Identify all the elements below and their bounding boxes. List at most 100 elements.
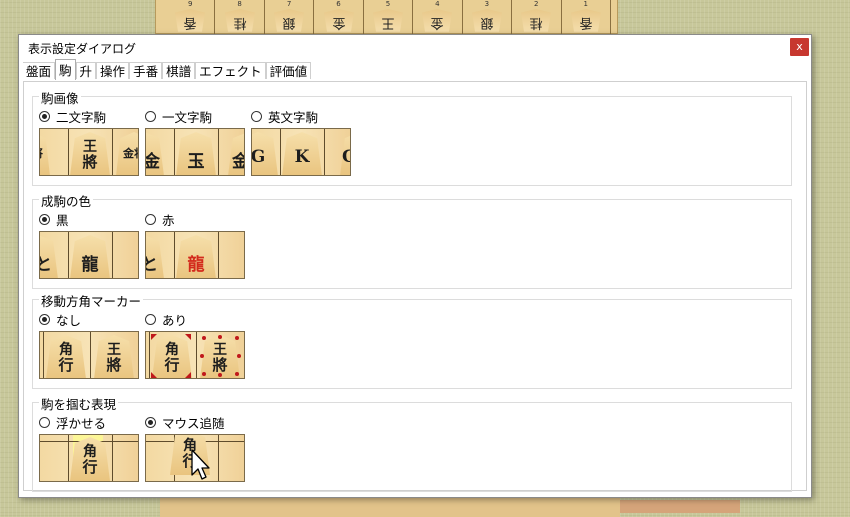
radio-follow-mouse[interactable]: [145, 416, 156, 428]
board-columns: 9香8桂7銀6金5王4金3銀2桂1香: [166, 0, 611, 35]
radio-float-row[interactable]: 浮かせる: [39, 413, 139, 432]
radio-black[interactable]: [39, 213, 50, 225]
board-piece[interactable]: 金: [422, 9, 452, 33]
radio-one-char-label[interactable]: 一文字駒: [162, 107, 212, 126]
board-piece[interactable]: 香: [571, 9, 601, 33]
preview-two-char: 銀将 王 將 金将: [39, 128, 139, 176]
radio-marker-on-row[interactable]: あり: [145, 310, 245, 329]
radio-marker-none[interactable]: [39, 313, 50, 325]
option-red: 赤 と 龍: [145, 211, 245, 279]
preview-follow-mouse: 角 行: [145, 434, 245, 482]
board-column-number: 3: [484, 0, 490, 8]
radio-english-label[interactable]: 英文字駒: [268, 107, 318, 126]
radio-marker-on[interactable]: [145, 313, 156, 325]
tab-square[interactable]: 升: [75, 62, 97, 79]
tab-board[interactable]: 盤面: [23, 62, 56, 79]
preview-float: 角 行: [39, 434, 139, 482]
group-title-move-marker: 移動方角マーカー: [39, 291, 144, 310]
marker-dot: [202, 372, 206, 376]
board-piece[interactable]: 桂: [521, 9, 551, 33]
preview-promoted-side: と: [40, 235, 58, 278]
board-column: 9香: [166, 0, 216, 35]
shogi-board-bottom-edge: [160, 496, 620, 517]
preview-red: と 龍: [145, 231, 245, 279]
radio-red-row[interactable]: 赤: [145, 210, 245, 229]
tab-panel-piece: 駒画像 二文字駒 銀将 王 將 金将: [23, 81, 807, 492]
preview-piece-king: 王 將: [70, 132, 110, 175]
group-title-promoted-color: 成駒の色: [39, 191, 94, 210]
radio-two-char-row[interactable]: 二文字駒: [39, 107, 139, 126]
tab-operation[interactable]: 操作: [96, 62, 130, 79]
radio-marker-none-row[interactable]: なし: [39, 310, 139, 329]
radio-one-char-row[interactable]: 一文字駒: [145, 107, 245, 126]
radio-one-char[interactable]: [145, 110, 156, 122]
radio-follow-mouse-label[interactable]: マウス追随: [162, 413, 225, 432]
close-button[interactable]: x: [790, 38, 809, 56]
board-piece[interactable]: 金: [324, 9, 354, 33]
marker-dot: [202, 336, 206, 340]
preview-promoted-center: 龍: [70, 235, 110, 278]
board-column-number: 1: [583, 0, 588, 8]
radio-red-label[interactable]: 赤: [162, 210, 175, 229]
tab-turn[interactable]: 手番: [129, 62, 163, 79]
preview-piece-right: G: [340, 132, 350, 175]
preview-piece-king: 玉: [176, 132, 216, 175]
marker-dot: [237, 354, 241, 358]
marker-up-left: [151, 334, 157, 340]
radio-black-label[interactable]: 黒: [56, 210, 69, 229]
dialog-title: 表示設定ダイアログ: [28, 42, 137, 56]
board-column-number: 5: [385, 0, 391, 8]
board-piece[interactable]: 桂: [225, 9, 255, 33]
board-column: 5王: [364, 0, 414, 35]
tab-evaluation[interactable]: 評価値: [265, 62, 312, 79]
board-column: 8桂: [215, 0, 265, 35]
radio-two-char-label[interactable]: 二文字駒: [56, 107, 106, 126]
option-one-char: 一文字駒 金 玉 金: [145, 108, 245, 176]
board-column: 3銀: [463, 0, 513, 35]
radio-float[interactable]: [39, 416, 50, 428]
radio-red[interactable]: [145, 213, 156, 225]
board-piece[interactable]: 銀: [274, 9, 304, 33]
marker-dot: [235, 372, 239, 376]
board-piece[interactable]: 王: [373, 9, 403, 33]
preview-promoted-center: 龍: [176, 235, 216, 278]
board-column: 2桂: [512, 0, 562, 35]
option-follow-mouse: マウス追随 角 行: [145, 414, 245, 482]
marker-dot: [235, 336, 239, 340]
preview-piece-left: 銀将: [40, 132, 50, 175]
tab-effect[interactable]: エフェクト: [195, 62, 266, 79]
group-grab-style: 駒を掴む表現 浮かせる 角 行 マウス追随 角 行: [32, 394, 792, 492]
radio-follow-mouse-row[interactable]: マウス追随: [145, 413, 245, 432]
option-float: 浮かせる 角 行: [39, 414, 139, 482]
board-piece[interactable]: 銀: [472, 9, 502, 33]
radio-float-label[interactable]: 浮かせる: [56, 413, 106, 432]
tab-kifu[interactable]: 棋譜: [162, 62, 196, 79]
preview-black: と 龍: [39, 231, 139, 279]
board-column: 6金: [314, 0, 364, 35]
radio-two-char[interactable]: [39, 110, 50, 122]
marker-down-right: [185, 372, 191, 378]
radio-marker-on-label[interactable]: あり: [162, 310, 187, 329]
radio-marker-none-label[interactable]: なし: [56, 310, 81, 329]
marker-up-right: [185, 334, 191, 340]
group-promoted-color: 成駒の色 黒 と 龍: [32, 191, 792, 289]
marker-dot: [218, 373, 222, 377]
radio-black-row[interactable]: 黒: [39, 210, 139, 229]
group-move-marker: 移動方角マーカー なし 角 行 王 將 あり 角 行 王 將: [32, 291, 792, 389]
preview-one-char: 金 玉 金: [145, 128, 245, 176]
option-two-char: 二文字駒 銀将 王 將 金将: [39, 108, 139, 176]
board-column-number: 4: [435, 0, 440, 8]
preview-piece-king: K: [282, 132, 322, 175]
board-column: 4金: [413, 0, 463, 35]
tab-piece[interactable]: 駒: [55, 59, 76, 80]
board-column-number: 9: [187, 0, 193, 8]
group-piece-image: 駒画像 二文字駒 銀将 王 將 金将: [32, 88, 792, 186]
preview-marker-on: 角 行 王 將: [145, 331, 245, 379]
option-marker-none: なし 角 行 王 將: [39, 311, 139, 379]
preview-piece-right: 金将: [116, 132, 138, 175]
radio-english-row[interactable]: 英文字駒: [251, 107, 351, 126]
marker-dot: [200, 354, 204, 358]
radio-english-char[interactable]: [251, 110, 262, 122]
board-column-number: 8: [237, 0, 242, 8]
board-piece[interactable]: 香: [175, 9, 205, 33]
